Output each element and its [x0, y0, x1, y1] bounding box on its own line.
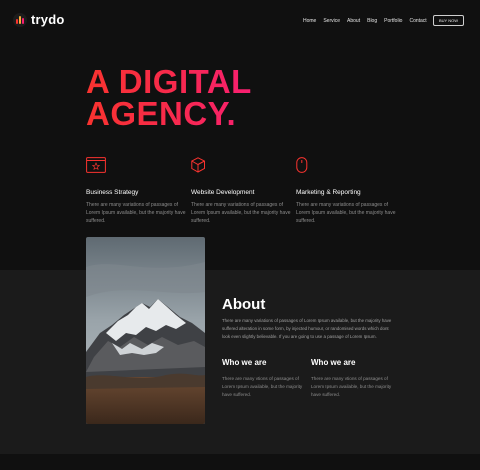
service-title: Website Development [191, 189, 255, 196]
service-card-marketing-reporting: Marketing & Reporting There are many var… [296, 157, 396, 225]
nav-item-contact[interactable]: Contact [409, 18, 426, 24]
hero-title: A DIGITAL AGENCY. [86, 66, 252, 130]
who-we-are-block: Who we are There are many vtions of pass… [222, 358, 304, 398]
hero-title-line-1: A DIGITAL [86, 63, 252, 100]
who-we-are-title: Who we are [311, 358, 356, 367]
about-description: There are many variations of passages of… [222, 318, 392, 339]
mouse-icon [296, 157, 308, 173]
service-description: There are many variations of passages of… [191, 202, 291, 224]
nav-item-about[interactable]: About [347, 18, 360, 24]
service-card-website-development: Website Development There are many varia… [191, 157, 291, 225]
service-card-business-strategy: Business Strategy There are many variati… [86, 157, 186, 225]
who-we-are-block: Who we are There are many vtions of pass… [311, 358, 393, 398]
logo[interactable]: trydo [13, 12, 65, 27]
hero-title-line-2: AGENCY. [86, 95, 237, 132]
who-we-are-text: There are many vtions of passages of Lor… [222, 376, 303, 397]
who-we-are-title: Who we are [222, 358, 267, 367]
logo-bars-icon [13, 12, 27, 27]
about-title: About [222, 296, 266, 313]
main-nav: Home Service About Blog Portfolio Contac… [303, 18, 434, 24]
who-we-are-text: There are many vtions of passages of Lor… [311, 376, 392, 397]
service-description: There are many variations of passages of… [296, 202, 396, 224]
nav-item-home[interactable]: Home [303, 18, 316, 24]
about-mountain-image [86, 237, 205, 424]
buy-now-button[interactable]: BUY NOW [433, 15, 464, 26]
nav-item-service[interactable]: Service [323, 18, 340, 24]
logo-text: trydo [31, 12, 65, 27]
service-title: Business Strategy [86, 189, 139, 196]
nav-item-portfolio[interactable]: Portfolio [384, 18, 402, 24]
service-description: There are many variations of passages of… [86, 202, 186, 224]
service-title: Marketing & Reporting [296, 189, 361, 196]
cube-icon [191, 157, 205, 173]
site-header: trydo Home Service About Blog Portfolio … [0, 0, 480, 42]
nav-item-blog[interactable]: Blog [367, 18, 377, 24]
monitor-icon [86, 157, 106, 173]
